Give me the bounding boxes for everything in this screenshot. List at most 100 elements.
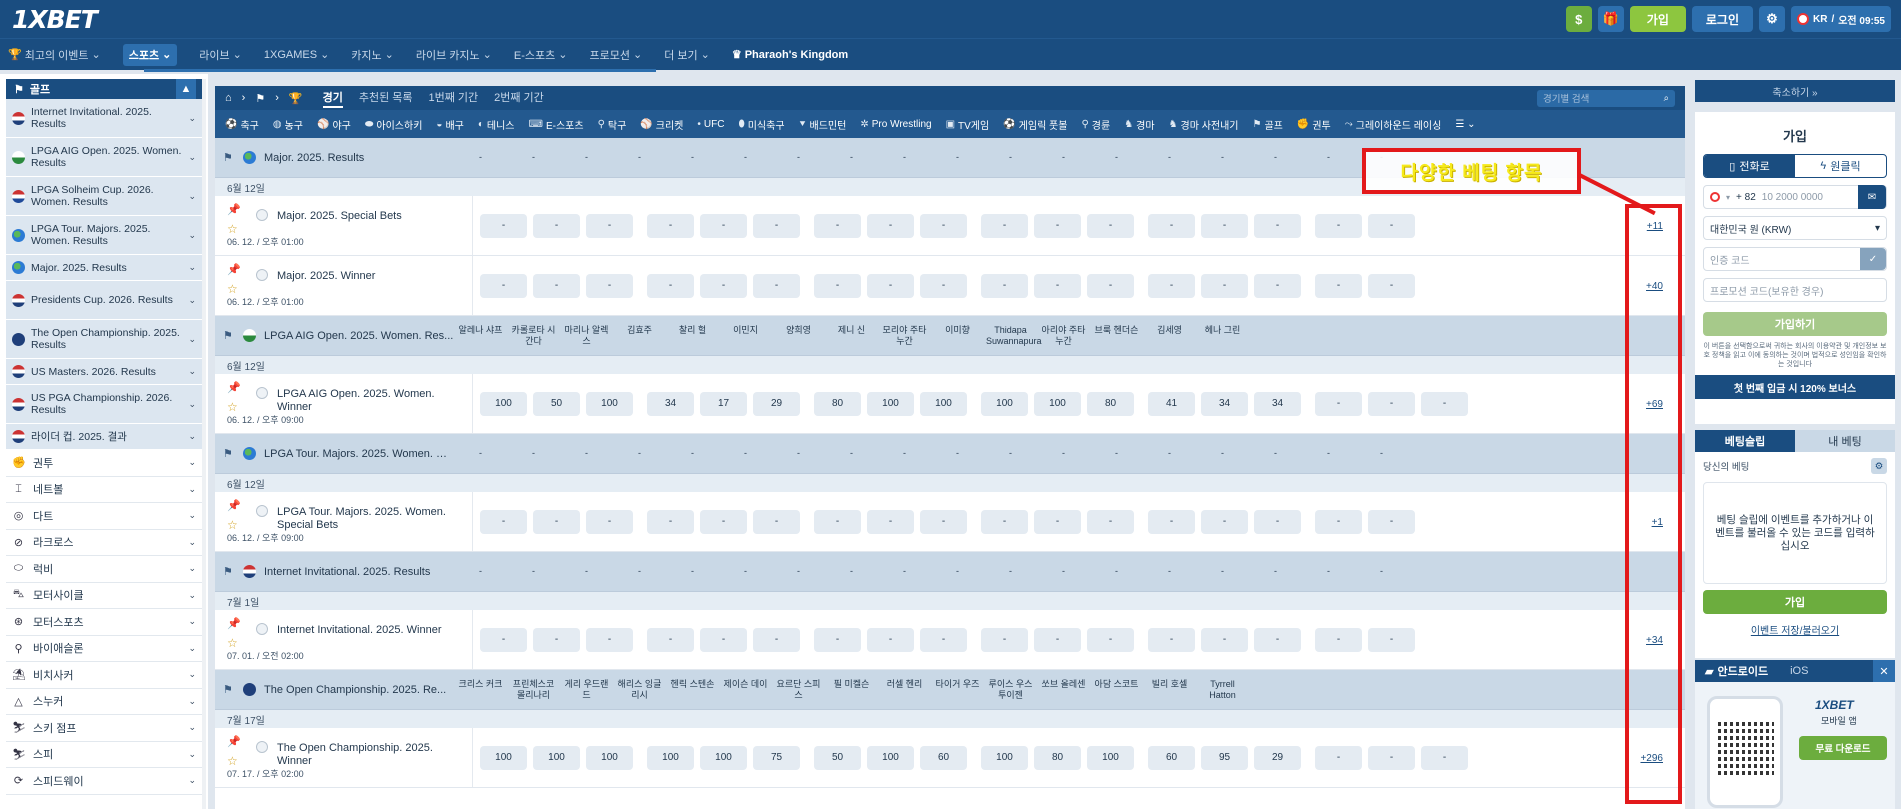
event-name[interactable]: Internet Invitational. 2025. Winner <box>277 624 457 637</box>
odds-button[interactable]: 100 <box>480 391 527 416</box>
sidebar-section-golf[interactable]: ⚑ 골프 ▲ <box>6 79 204 99</box>
sport-filter-1[interactable]: ◍ 농구 <box>273 117 303 132</box>
pin-icon[interactable]: 📌 <box>227 263 241 276</box>
sport-filter-2[interactable]: ⚾ 야구 <box>317 117 351 132</box>
event-group-header[interactable]: ⚑ LPGA Tour. Majors. 2025. Women. Results… <box>215 434 1685 474</box>
tab-android[interactable]: ▰ 안드로이드 <box>1695 663 1778 679</box>
sport-filter-7[interactable]: ⚲ 탁구 <box>598 117 627 132</box>
odds-button[interactable]: - <box>647 213 694 238</box>
tab-ios[interactable]: iOS <box>1778 665 1816 677</box>
verification-code-input[interactable]: 인증 코드 ✓ <box>1703 247 1887 271</box>
odds-button[interactable]: 75 <box>753 745 800 770</box>
sidebar-sport-item[interactable]: ✊ 권투 ⌄ <box>6 450 204 477</box>
sidebar-event-item[interactable]: LPGA Tour. Majors. 2025. Women. Results ⌄ <box>6 216 204 255</box>
pin-icon[interactable]: 📌 <box>227 735 241 748</box>
sidebar-sport-item[interactable]: ⌶ 네트볼 ⌄ <box>6 477 204 503</box>
login-button[interactable]: 로그인 <box>1691 6 1753 32</box>
sport-filter-11[interactable]: ⯆ 배드민턴 <box>799 117 847 132</box>
odds-button[interactable]: - <box>1368 627 1415 652</box>
odds-button[interactable]: 17 <box>700 391 747 416</box>
event-group-header[interactable]: ⚑ Internet Invitational. 2025. Results - - -… <box>215 552 1685 592</box>
odds-button[interactable]: 80 <box>1034 745 1081 770</box>
pin-icon[interactable]: 📌 <box>227 381 241 394</box>
odds-button[interactable]: 100 <box>586 391 633 416</box>
odds-button[interactable]: - <box>867 273 914 298</box>
pin-icon[interactable]: 📌 <box>227 499 241 512</box>
odds-button[interactable]: 100 <box>533 745 580 770</box>
period-tab[interactable]: 2번째 기간 <box>494 89 544 108</box>
odds-button[interactable]: 80 <box>1087 391 1134 416</box>
nav-item-2[interactable]: 라이브 ⌄ <box>199 47 242 63</box>
sport-filter-3[interactable]: ⬬ 아이스하키 <box>365 117 423 132</box>
odds-button[interactable]: - <box>1315 391 1362 416</box>
odds-button[interactable]: - <box>1034 213 1081 238</box>
odds-button[interactable]: - <box>753 213 800 238</box>
logo[interactable]: 1XBET <box>12 5 98 34</box>
odds-button[interactable]: - <box>1148 509 1195 534</box>
odds-button[interactable]: - <box>586 213 633 238</box>
nav-item-1[interactable]: 스포츠 ⌄ <box>122 43 178 66</box>
star-icon[interactable]: ☆ <box>227 636 238 650</box>
odds-button[interactable]: - <box>1148 627 1195 652</box>
sidebar-sport-item[interactable]: ⟳ 스피드웨이 ⌄ <box>6 768 204 795</box>
odds-button[interactable]: - <box>920 273 967 298</box>
deposit-dollar-icon[interactable]: $ <box>1565 6 1592 32</box>
odds-button[interactable]: - <box>647 627 694 652</box>
odds-button[interactable]: 100 <box>586 745 633 770</box>
sidebar-event-item[interactable]: LPGA AIG Open. 2025. Women. Results ⌄ <box>6 138 204 177</box>
sidebar-event-item[interactable]: The Open Championship. 2025. Results ⌄ <box>6 320 204 359</box>
odds-button[interactable]: 100 <box>1034 391 1081 416</box>
search-icon[interactable]: ⌕ <box>1664 93 1669 104</box>
nav-item-4[interactable]: 카지노 ⌄ <box>351 47 394 63</box>
register-button[interactable]: 가입하기 <box>1703 312 1887 336</box>
event-name[interactable]: The Open Championship. 2025. Winner <box>277 742 457 768</box>
sport-filter-9[interactable]: • UFC <box>697 119 724 130</box>
odds-button[interactable]: - <box>1315 509 1362 534</box>
star-icon[interactable]: ☆ <box>227 400 238 414</box>
sport-filter-20[interactable]: ⤳ 그레이하운드 레이싱 <box>1345 117 1442 132</box>
golf-flag-icon[interactable]: ⚑ <box>255 92 265 105</box>
tab-my-bets[interactable]: 내 베팅 <box>1795 430 1895 452</box>
sidebar-sport-item[interactable]: ⛷ 스피 ⌄ <box>6 742 204 768</box>
sidebar-sport-item[interactable]: ⚲ 바이애슬론 ⌄ <box>6 636 204 662</box>
odds-button[interactable]: - <box>1148 213 1195 238</box>
sidebar-event-item[interactable]: US Masters. 2026. Results ⌄ <box>6 359 204 385</box>
odds-button[interactable]: - <box>586 627 633 652</box>
odds-button[interactable]: 100 <box>920 391 967 416</box>
odds-button[interactable]: - <box>1315 627 1362 652</box>
odds-button[interactable]: 100 <box>1087 745 1134 770</box>
odds-button[interactable]: 60 <box>1148 745 1195 770</box>
odds-button[interactable]: 41 <box>1148 391 1195 416</box>
period-tab[interactable]: 경기 <box>322 89 343 108</box>
odds-button[interactable]: - <box>1201 509 1248 534</box>
odds-button[interactable]: - <box>480 273 527 298</box>
odds-button[interactable]: - <box>1368 213 1415 238</box>
sidebar-sport-item[interactable]: ⛷ 스키 점프 ⌄ <box>6 715 204 742</box>
odds-button[interactable]: - <box>1368 745 1415 770</box>
sport-filter-14[interactable]: ⚽ 게임릭 풋볼 <box>1003 117 1067 132</box>
sidebar-sport-item[interactable]: △ 스누커 ⌄ <box>6 689 204 715</box>
star-icon[interactable]: ☆ <box>227 222 238 236</box>
odds-button[interactable]: - <box>533 509 580 534</box>
sidebar-sport-item[interactable]: ⊛ 모터스포츠 ⌄ <box>6 609 204 636</box>
tab-bet-slip[interactable]: 베팅슬립 <box>1695 430 1795 452</box>
sidebar-sport-item[interactable]: ⊘ 라크로스 ⌄ <box>6 530 204 556</box>
join-button[interactable]: 가입 <box>1629 6 1686 32</box>
odds-button[interactable]: - <box>1201 627 1248 652</box>
event-name[interactable]: LPGA AIG Open. 2025. Women. Winner <box>277 388 457 414</box>
more-sports-menu-icon[interactable]: ☰ ⌄ <box>1455 119 1475 130</box>
settings-gear-icon[interactable]: ⚙ <box>1759 6 1785 32</box>
odds-button[interactable]: - <box>867 509 914 534</box>
phone-field[interactable]: ▾ + 82 10 2000 0000 ✉ <box>1703 185 1887 209</box>
odds-button[interactable]: - <box>1254 213 1301 238</box>
sport-filter-18[interactable]: ⚑ 골프 <box>1253 117 1283 132</box>
odds-button[interactable]: - <box>981 273 1028 298</box>
odds-button[interactable]: 50 <box>533 391 580 416</box>
odds-button[interactable]: - <box>647 509 694 534</box>
sport-filter-0[interactable]: ⚽ 축구 <box>225 117 259 132</box>
odds-button[interactable]: - <box>586 273 633 298</box>
nav-item-7[interactable]: 프로모션 ⌄ <box>589 47 642 63</box>
odds-button[interactable]: - <box>1254 509 1301 534</box>
odds-button[interactable]: - <box>920 213 967 238</box>
send-sms-icon[interactable]: ✉ <box>1858 185 1886 209</box>
